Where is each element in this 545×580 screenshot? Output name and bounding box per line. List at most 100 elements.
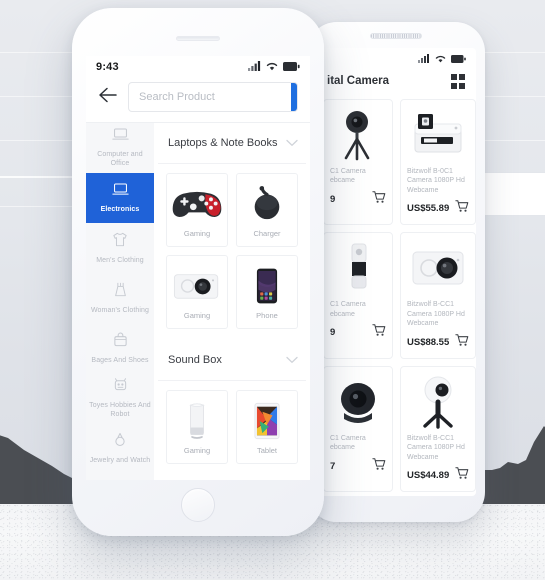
speaker-grille	[370, 33, 422, 39]
sidebar-item-womans-clothing[interactable]: Woman's Clothing	[86, 273, 154, 323]
product-card[interactable]: C1 Camera ebcame 7	[323, 365, 393, 492]
product-tile[interactable]: Gaming	[166, 255, 228, 329]
sidebar-item-label: Men's Clothing	[96, 256, 144, 264]
tablet-image	[237, 400, 297, 442]
cart-icon[interactable]	[372, 457, 386, 476]
background-card	[482, 172, 545, 216]
section-products-laptops: Gaming Charger Gaming Phone	[158, 164, 306, 340]
back-page-title: ital Camera	[327, 75, 390, 88]
product-tile[interactable]: Phone	[236, 255, 298, 329]
product-card[interactable]: Bitzwolf B-0C1 Camera 1080P Hd Webcame U…	[400, 98, 476, 225]
back-arrow-icon[interactable]	[98, 87, 118, 108]
signal-icon	[418, 50, 430, 68]
sidebar-item-computer-and-office[interactable]: Computer and Office	[86, 123, 154, 173]
product-tile[interactable]: Gaming	[166, 173, 228, 247]
product-caption: Charger	[253, 228, 281, 238]
grid-view-icon[interactable]	[450, 74, 465, 89]
sidebar-item-mens-clothing[interactable]: Men's Clothing	[86, 223, 154, 273]
section-title: Sound Box	[168, 354, 222, 366]
product-price: 7	[330, 460, 336, 472]
sidebar-item-electronics[interactable]: Electronics	[86, 173, 154, 223]
product-footer: US$88.55	[407, 333, 469, 352]
scene: ital Camera C1 Camera ebcame 9 Bitzwolf …	[0, 0, 545, 580]
game-controller-image	[167, 183, 227, 225]
dress-icon	[113, 282, 128, 302]
cart-icon[interactable]	[372, 190, 386, 209]
product-tile[interactable]: Gaming	[166, 390, 228, 464]
app-body: Computer and Office Electronics Men's Cl…	[86, 122, 310, 480]
instant-camera-image	[407, 107, 469, 163]
category-sidebar[interactable]: Computer and Office Electronics Men's Cl…	[86, 123, 154, 480]
search-input[interactable]	[129, 83, 291, 111]
back-phone-screen: ital Camera C1 Camera ebcame 9 Bitzwolf …	[316, 48, 476, 496]
product-caption: Phone	[256, 310, 278, 320]
earpiece-speaker	[176, 36, 220, 41]
cart-icon[interactable]	[455, 466, 469, 485]
sidebar-item-bages-and-shoes[interactable]: Bages And Shoes	[86, 323, 154, 373]
cart-icon[interactable]	[372, 323, 386, 342]
section-header-laptops[interactable]: Laptops & Note Books	[158, 123, 306, 164]
laptop-icon	[111, 182, 129, 201]
sidebar-item-label: Toyes Hobbies And Robot	[89, 402, 151, 418]
home-button[interactable]	[181, 488, 215, 522]
sidebar-item-toyes-hobbies-and-robot[interactable]: Toyes Hobbies And Robot	[86, 373, 154, 423]
product-footer: 7	[330, 457, 386, 476]
sidebar-item-home-and[interactable]: Home And	[86, 473, 154, 480]
laptop-icon	[111, 128, 129, 146]
product-price: US$88.55	[407, 336, 450, 348]
panorama-camera-image	[407, 374, 469, 430]
back-status-bar	[316, 48, 476, 66]
product-caption: Gaming	[183, 310, 211, 320]
back-product-grid: C1 Camera ebcame 9 Bitzwolf B-0C1 Camera…	[316, 98, 476, 492]
search-header	[86, 76, 310, 122]
product-footer: 9	[330, 323, 386, 342]
product-footer: US$44.89	[407, 466, 469, 485]
product-name: Bitzwolf B-0C1 Camera 1080P Hd Webcame	[407, 167, 465, 194]
back-phone-header: ital Camera	[316, 66, 476, 99]
status-time: 9:43	[96, 61, 119, 73]
product-card[interactable]: Bitzwolf B-CC1 Camera 1080P Hd Webcame U…	[400, 232, 476, 359]
product-price: US$55.89	[407, 203, 450, 214]
cart-icon[interactable]	[455, 333, 469, 352]
sidebar-item-label: Electronics	[100, 205, 140, 213]
sidebar-item-jewelry-and-watch[interactable]: Jewelry and Watch	[86, 423, 154, 473]
wifi-icon	[435, 50, 446, 68]
front-phone-screen: 9:43 Search Product Computer and Office …	[86, 56, 310, 480]
search-button[interactable]	[291, 83, 297, 111]
sidebar-item-label: Woman's Clothing	[90, 306, 150, 314]
product-name: Bitzwolf B-CC1 Camera 1080P Hd Webcame	[407, 434, 465, 461]
search-bar	[128, 82, 298, 112]
smartphone-image	[237, 265, 297, 307]
product-content: Laptops & Note Books Gaming Charger Gami…	[154, 123, 310, 480]
product-price: US$44.89	[407, 470, 450, 481]
sidebar-item-label: Jewelry and Watch	[89, 456, 151, 464]
product-tile[interactable]: Tablet	[236, 390, 298, 464]
section-header-sound-box-2[interactable]: Sound Box	[158, 475, 306, 480]
product-card[interactable]: C1 Camera ebcame 9	[323, 98, 393, 225]
product-name: C1 Camera ebcame	[330, 167, 366, 185]
charger-dongle-image	[237, 183, 297, 225]
ring-icon	[113, 432, 127, 452]
product-price: 9	[330, 327, 336, 338]
bag-icon	[113, 332, 128, 352]
battery-icon	[451, 50, 466, 68]
wifi-icon	[266, 58, 278, 76]
webcam-round-image	[330, 374, 386, 430]
action-camera-image	[407, 240, 469, 296]
cart-icon[interactable]	[455, 199, 469, 218]
webcam-stick-image	[330, 240, 386, 296]
front-phone-device: 9:43 Search Product Computer and Office …	[72, 8, 324, 536]
product-card[interactable]: C1 Camera ebcame 9	[323, 232, 393, 359]
chevron-down-icon[interactable]	[286, 351, 298, 369]
product-name: C1 Camera ebcame	[330, 434, 366, 452]
section-header-sound-box[interactable]: Sound Box	[158, 340, 306, 381]
robot-icon	[113, 377, 128, 397]
product-card[interactable]: Bitzwolf B-CC1 Camera 1080P Hd Webcame U…	[400, 365, 476, 492]
sidebar-item-label: Computer and Office	[97, 151, 143, 167]
battery-icon	[283, 58, 300, 76]
back-phone-device: ital Camera C1 Camera ebcame 9 Bitzwolf …	[307, 22, 485, 522]
chevron-down-icon[interactable]	[286, 134, 298, 152]
product-tile[interactable]: Charger	[236, 173, 298, 247]
action-camera-image	[167, 265, 227, 307]
product-name: Bitzwolf B-CC1 Camera 1080P Hd Webcame	[407, 301, 465, 327]
